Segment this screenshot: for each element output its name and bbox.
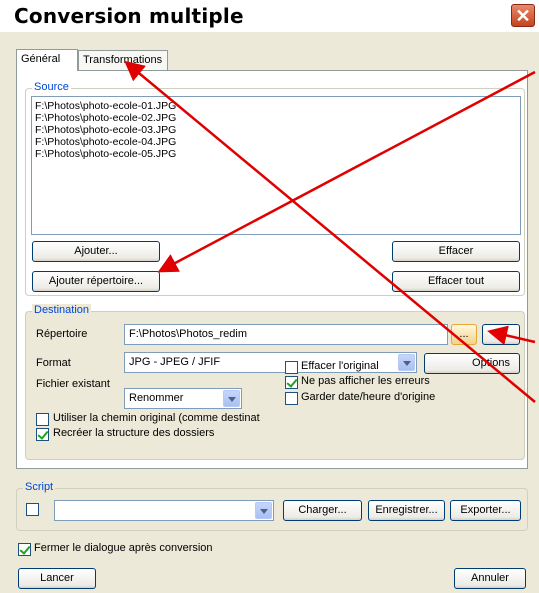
delete-original-label: Effacer l'original bbox=[301, 360, 379, 372]
close-icon: ✕ bbox=[515, 6, 531, 26]
export-script-button[interactable]: Exporter... bbox=[450, 500, 521, 521]
add-button[interactable]: Ajouter... bbox=[32, 241, 160, 262]
run-button[interactable]: Lancer bbox=[18, 568, 96, 589]
title-bar: Conversion multiple ✕ bbox=[0, 0, 539, 32]
hide-errors-label: Ne pas afficher les erreurs bbox=[301, 375, 430, 387]
delete-original-checkbox[interactable] bbox=[285, 361, 298, 374]
existing-file-value: Renommer bbox=[129, 392, 184, 404]
existing-file-select[interactable]: Renommer bbox=[124, 388, 242, 409]
save-script-button[interactable]: Enregistrer... bbox=[368, 500, 445, 521]
clear-all-button[interactable]: Effacer tout bbox=[392, 271, 520, 292]
recreate-structure-label: Recréer la structure des dossiers bbox=[53, 427, 215, 439]
use-original-path-checkbox[interactable] bbox=[36, 413, 49, 426]
open-directory-button[interactable] bbox=[482, 324, 520, 345]
keep-date-label: Garder date/heure d'origine bbox=[301, 391, 436, 403]
list-item[interactable]: F:\Photos\photo-ecole-03.JPG bbox=[35, 124, 517, 136]
list-item[interactable]: F:\Photos\photo-ecole-04.JPG bbox=[35, 136, 517, 148]
options-button[interactable]: Options bbox=[424, 353, 520, 374]
chevron-down-icon[interactable] bbox=[398, 354, 415, 371]
hide-errors-checkbox[interactable] bbox=[285, 376, 298, 389]
source-file-list[interactable]: F:\Photos\photo-ecole-01.JPG F:\Photos\p… bbox=[31, 96, 521, 235]
browse-directory-button[interactable]: ... bbox=[451, 324, 477, 345]
source-legend: Source bbox=[32, 81, 71, 93]
tab-transformations[interactable]: Transformations bbox=[78, 50, 168, 70]
clear-button[interactable]: Effacer bbox=[392, 241, 520, 262]
tab-general[interactable]: Général bbox=[16, 49, 78, 71]
list-item[interactable]: F:\Photos\photo-ecole-05.JPG bbox=[35, 148, 517, 160]
load-script-button[interactable]: Charger... bbox=[283, 500, 362, 521]
list-item[interactable]: F:\Photos\photo-ecole-01.JPG bbox=[35, 100, 517, 112]
format-label: Format bbox=[36, 357, 71, 369]
use-original-path-label: Utiliser la chemin original (comme desti… bbox=[53, 412, 260, 424]
close-after-conversion-label: Fermer le dialogue après conversion bbox=[34, 542, 213, 554]
close-after-conversion-checkbox[interactable] bbox=[18, 543, 31, 556]
directory-field[interactable]: F:\Photos\Photos_redim bbox=[124, 324, 448, 345]
script-legend: Script bbox=[23, 481, 56, 493]
recreate-structure-checkbox[interactable] bbox=[36, 428, 49, 441]
chevron-down-icon[interactable] bbox=[223, 390, 240, 407]
tab-transformations-label: Transformations bbox=[83, 54, 163, 66]
list-item[interactable]: F:\Photos\photo-ecole-02.JPG bbox=[35, 112, 517, 124]
existing-file-label: Fichier existant bbox=[36, 378, 110, 390]
cancel-button[interactable]: Annuler bbox=[454, 568, 526, 589]
close-button[interactable]: ✕ bbox=[511, 4, 535, 27]
chevron-down-icon[interactable] bbox=[255, 502, 272, 519]
tab-general-label: Général bbox=[21, 53, 61, 65]
add-directory-button[interactable]: Ajouter répertoire... bbox=[32, 271, 160, 292]
keep-date-checkbox[interactable] bbox=[285, 392, 298, 405]
directory-label: Répertoire bbox=[36, 328, 88, 340]
script-enabled-checkbox[interactable] bbox=[26, 503, 39, 516]
script-select[interactable] bbox=[54, 500, 274, 521]
format-value: JPG - JPEG / JFIF bbox=[129, 356, 221, 368]
destination-legend: Destination bbox=[32, 304, 92, 316]
window-title: Conversion multiple bbox=[14, 4, 244, 28]
